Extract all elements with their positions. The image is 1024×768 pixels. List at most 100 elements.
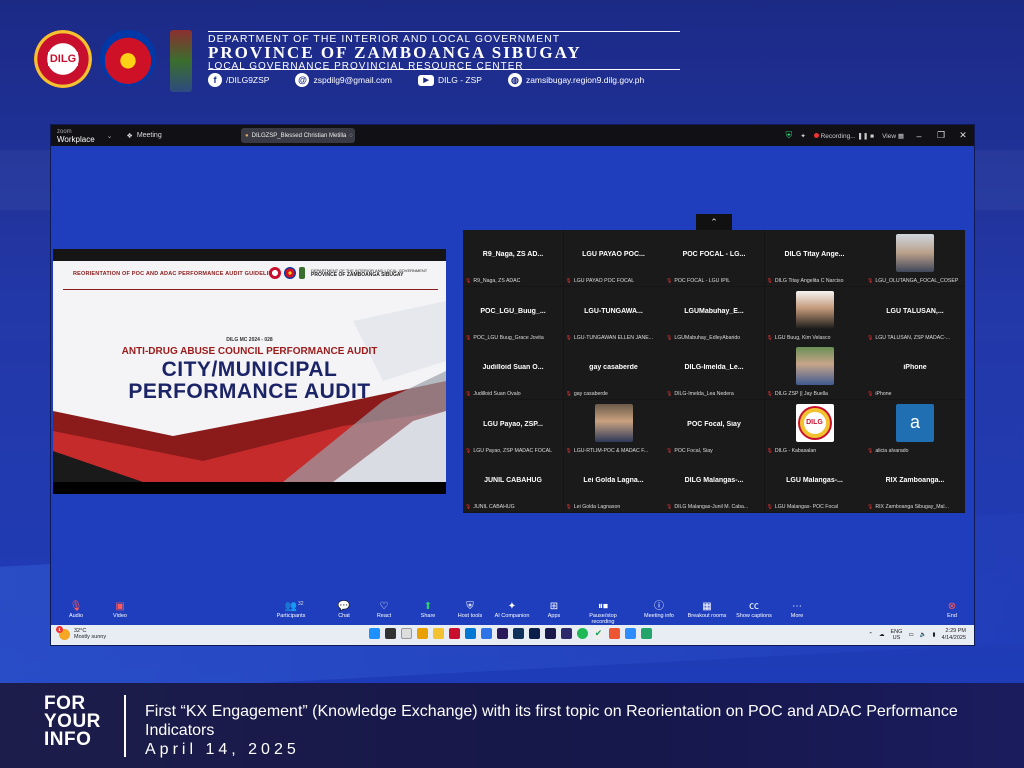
minimize-icon[interactable]: – bbox=[912, 131, 926, 141]
caption-divider bbox=[124, 695, 126, 757]
participant-name: DILG Malangas-... bbox=[684, 477, 744, 484]
participant-tile[interactable]: DILG-Imelda_Le... 🎙 DILG-Imelda_Lea Nedera bbox=[664, 343, 764, 399]
contact-website[interactable]: ◍ zamsibugay.region9.dilg.gov.ph bbox=[507, 73, 644, 87]
meeting-menu[interactable]: ❖ Meeting bbox=[127, 132, 162, 140]
participant-tile[interactable]: 🎙 DILG ZSP || Jay Buella bbox=[764, 343, 865, 399]
task-view-icon[interactable] bbox=[385, 628, 396, 639]
participant-tile[interactable]: 🎙 LGU_OLUTANGA_FOCAL_COSEP bbox=[865, 230, 965, 286]
network-icon[interactable]: ▭ bbox=[908, 632, 913, 638]
audio-button[interactable]: 🎙 Audio bbox=[51, 601, 101, 619]
participant-tile[interactable]: LGUMabuhay_E... 🎙 LGUMabuhay_EdleyAbarido bbox=[664, 286, 764, 343]
slide-org-name: DEPARTMENT OF THE INTERIOR AND LOCAL GOV… bbox=[311, 268, 428, 278]
collapse-gallery-button[interactable]: ⌃ bbox=[696, 214, 732, 231]
participant-name: gay casaberde bbox=[589, 364, 638, 371]
brave-icon[interactable] bbox=[449, 628, 460, 639]
participant-tile[interactable]: LGU Malangas-... 🎙 LGU Malangas- POC Focal bbox=[764, 456, 865, 512]
participant-tile[interactable]: JUNIL CABAHUG 🎙 JUNIL CABAHUG bbox=[463, 456, 563, 512]
contact-email[interactable]: @ zspdilg9@gmail.com bbox=[295, 73, 392, 87]
participant-name: LGU PAYAO POC... bbox=[582, 251, 645, 258]
participant-label: 🎙 POC_LGU Buug_Grace Jovita bbox=[465, 334, 544, 341]
shared-screen-tab[interactable]: ● DILGZSP_Blessed Christian Metilla ◌ bbox=[241, 128, 355, 143]
end-meeting-button[interactable]: ⊗ End bbox=[927, 601, 974, 619]
edge-icon[interactable] bbox=[465, 628, 476, 639]
sparkle-icon[interactable]: ✦ bbox=[800, 132, 805, 140]
security-shield-icon[interactable]: ⛨ bbox=[786, 130, 793, 141]
maps-icon[interactable] bbox=[641, 628, 652, 639]
participant-label: 🎙 RIX Zamboanga Sibugay_Mal... bbox=[867, 504, 949, 510]
chevron-down-icon[interactable]: ⌄ bbox=[107, 132, 113, 140]
contact-links: f /DILG9ZSP @ zspdilg9@gmail.com ▶ DILG … bbox=[208, 73, 644, 87]
widgets-icon[interactable] bbox=[401, 628, 412, 639]
participant-tile[interactable]: DILG 🎙 DILG - Kabasalan bbox=[764, 399, 865, 456]
breakout-rooms-button[interactable]: ▦ Breakout rooms bbox=[682, 601, 732, 619]
file-explorer-icon[interactable] bbox=[433, 628, 444, 639]
close-icon[interactable]: ✕ bbox=[956, 130, 970, 141]
language-indicator[interactable]: ENG US bbox=[891, 629, 903, 641]
participant-tile[interactable]: LGU Payao, ZSP... 🎙 LGU Payao, ZSP MADAC F… bbox=[463, 399, 563, 456]
participant-label: 🎙 DILG-Imelda_Lea Nedera bbox=[666, 391, 734, 397]
participant-tile[interactable]: 🎙 LGU-RTLIM-POC & MADAC F... bbox=[563, 399, 664, 456]
adobe-icon[interactable] bbox=[561, 628, 572, 639]
caption-bar: FOR YOUR INFO First “KX Engagement” (Kno… bbox=[0, 683, 1024, 768]
participant-tile[interactable]: Lei Golda Lagna... 🎙 Lei Golda Lagnason bbox=[563, 456, 664, 512]
participant-tile[interactable]: R9_Naga, ZS AD... 🎙 R9_Naga, ZS ADAC bbox=[463, 230, 563, 286]
contact-facebook[interactable]: f /DILG9ZSP bbox=[208, 73, 269, 87]
participant-tile[interactable]: a 🎙 alicia alvarado bbox=[865, 399, 965, 456]
participant-tile[interactable]: POC_LGU_Buug_... 🎙 POC_LGU Buug_Grace Jovi… bbox=[463, 286, 563, 343]
lightroom-icon[interactable] bbox=[513, 628, 524, 639]
contact-youtube[interactable]: ▶ DILG - ZSP bbox=[418, 74, 482, 86]
weather-widget[interactable]: 1 32°C Mostly sunny bbox=[56, 625, 106, 640]
participant-tile[interactable]: LGU TALUSAN,... 🎙 LGU TALUSAN, ZSP MADAC-.… bbox=[865, 286, 965, 343]
chrome-icon[interactable] bbox=[417, 628, 428, 639]
meeting-toolbar: 🎙 Audio ▣ Video 👥 32 Participants 💬 Chat ♡ Rea… bbox=[51, 599, 974, 625]
end-call-icon: ⊗ bbox=[947, 601, 957, 612]
microphone-muted-icon: 🎙 bbox=[465, 504, 472, 510]
slide-memo-circular: DILG MC 2024 - 028 bbox=[226, 337, 273, 343]
zoom-app-icon[interactable] bbox=[625, 628, 636, 639]
microphone-muted-icon: 🎙 bbox=[766, 391, 773, 397]
participant-tile[interactable]: DILG Titay Ange... 🎙 DILG Titay Angelita C… bbox=[764, 230, 865, 286]
spotify-icon[interactable] bbox=[577, 628, 588, 639]
premiere-icon[interactable] bbox=[497, 628, 508, 639]
volume-icon[interactable]: 🔈 bbox=[920, 632, 927, 638]
paw-icon: ❖ bbox=[126, 132, 133, 140]
participant-tile[interactable]: 🎙 LGU Buug, Kim Velasco bbox=[764, 286, 865, 343]
chrome-profile-icon[interactable] bbox=[481, 628, 492, 639]
participant-tile[interactable]: iPhone 🎙 iPhone bbox=[865, 343, 965, 399]
participant-video bbox=[795, 347, 834, 385]
view-button[interactable]: View ▦ bbox=[882, 132, 904, 140]
chevron-up-icon[interactable]: ⌃ bbox=[868, 632, 873, 638]
participant-tile[interactable]: DILG Malangas-... 🎙 DILG Malangas-Junil M.… bbox=[664, 456, 764, 512]
checkmark-app-icon[interactable]: ✔ bbox=[593, 628, 604, 639]
participants-button[interactable]: 👥 32 Participants bbox=[266, 601, 316, 619]
participant-video bbox=[594, 403, 633, 442]
recording-indicator[interactable]: Recording... ❚❚ ■ bbox=[813, 132, 874, 140]
participant-tile[interactable]: Judilloid Suan O... 🎙 Judilloid Suan Ovalo bbox=[463, 343, 563, 399]
system-tray: ⌃ ☁ ENG US ▭ 🔈 ▮ 2:29 PM 4/14/2025 bbox=[868, 628, 966, 642]
participant-tile[interactable]: RIX Zamboanga... 🎙 RIX Zamboanga Sibugay_M… bbox=[865, 456, 965, 512]
participant-name: DILG-Imelda_Le... bbox=[684, 364, 744, 371]
photoshop-alt-icon[interactable] bbox=[545, 628, 556, 639]
meeting-info-button[interactable]: ⓘ Meeting info bbox=[634, 601, 684, 619]
photoshop-icon[interactable] bbox=[529, 628, 540, 639]
more-button[interactable]: ⋯ More bbox=[772, 601, 822, 619]
windows-start-icon[interactable] bbox=[369, 628, 380, 639]
tiktok-icon[interactable] bbox=[609, 628, 620, 639]
options-icon[interactable]: ◌ bbox=[349, 133, 353, 139]
camera-off-icon: ▣ bbox=[115, 601, 125, 612]
participant-tile[interactable]: POC Focal, Siay 🎙 POC Focal, Siay bbox=[664, 399, 764, 456]
microphone-muted-icon: 🎙 bbox=[565, 391, 572, 397]
participant-tile[interactable]: LGU-TUNGAWA... 🎙 LGU-TUNGAWAN ELLEN JANE..… bbox=[563, 286, 664, 343]
participant-tile[interactable]: gay casaberde 🎙 gay casaberde bbox=[563, 343, 664, 399]
apps-button[interactable]: ⊞ Apps bbox=[529, 601, 579, 619]
restore-icon[interactable]: ❐ bbox=[934, 130, 948, 141]
clock[interactable]: 2:29 PM 4/14/2025 bbox=[942, 628, 966, 642]
facebook-icon: f bbox=[208, 73, 222, 87]
participant-tile[interactable]: POC FOCAL - LG... 🎙 POC FOCAL - LGU IPIL bbox=[664, 230, 764, 286]
pause-recording-button[interactable]: ⏸⏹ Pause/stop recording bbox=[578, 601, 628, 625]
video-button[interactable]: ▣ Video bbox=[95, 601, 145, 619]
battery-icon[interactable]: ▮ bbox=[933, 632, 936, 638]
react-button[interactable]: ♡ React bbox=[359, 601, 409, 619]
participant-tile[interactable]: LGU PAYAO POC... 🎙 LGU PAYAO POC FOCAL bbox=[563, 230, 664, 286]
cloud-icon[interactable]: ☁ bbox=[879, 632, 885, 638]
